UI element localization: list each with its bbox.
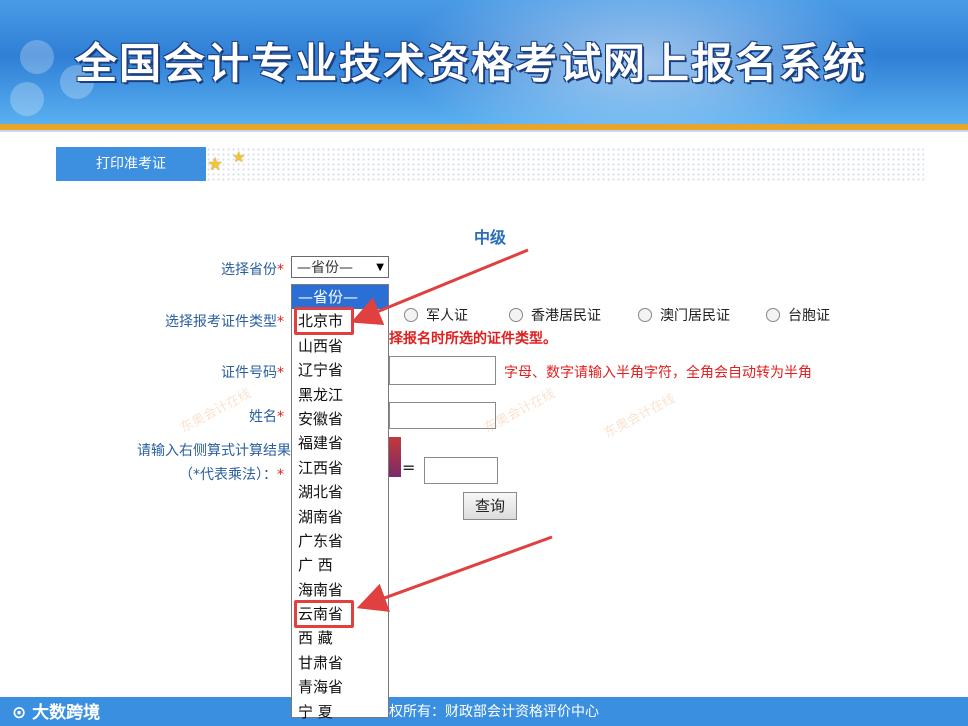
arrow-to-yunnan — [356, 535, 553, 612]
annotation-arrows — [350, 248, 553, 612]
arrow-to-beijing — [350, 248, 529, 326]
